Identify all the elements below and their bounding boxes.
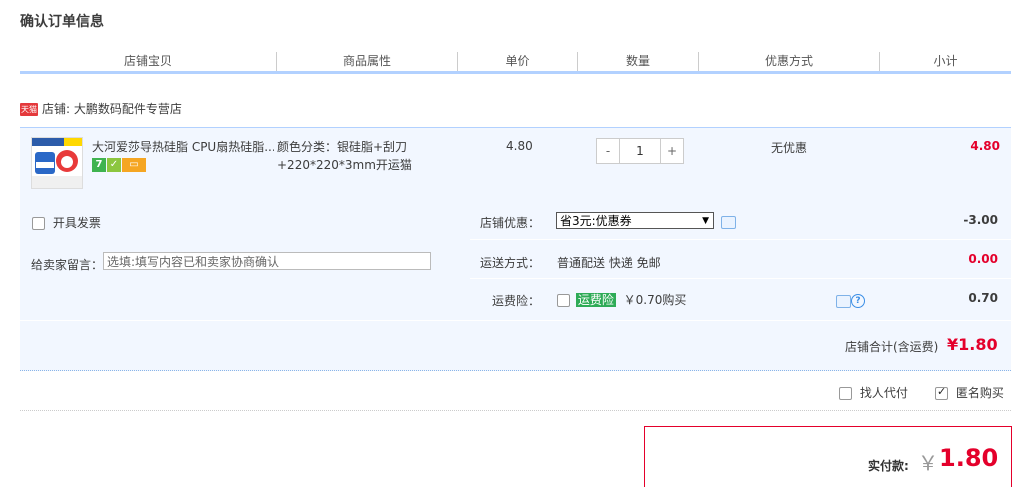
shop-row: 天猫 店铺: 大鹏数码配件专营店 <box>20 100 182 118</box>
coupon-selected-value: 省3元:优惠券 <box>560 214 632 228</box>
shipping-amount: 0.00 <box>968 252 998 266</box>
product-properties: 颜色分类：银硅脂+刮刀+220*220*3mm开运猫 <box>277 140 412 172</box>
pay-currency: ￥ <box>918 451 938 475</box>
coupon-amount: -3.00 <box>963 213 998 227</box>
insurance-checkbox[interactable] <box>557 294 570 307</box>
product-name-link[interactable]: 大河爱莎导热硅脂 CPU扇热硅脂... <box>92 138 274 156</box>
quantity-input[interactable]: 1 <box>620 139 660 163</box>
insurance-tag[interactable]: 运费险 <box>575 293 616 307</box>
dropdown-arrow-icon: ▼ <box>702 216 709 226</box>
proxy-pay-option: 找人代付 <box>839 384 908 401</box>
chat-bubble-icon[interactable] <box>721 216 736 229</box>
proxy-pay-label: 找人代付 <box>859 386 908 400</box>
page-title: 确认订单信息 <box>20 14 104 30</box>
column-header-subtotal: 小计 <box>933 54 958 68</box>
help-question-icon[interactable]: ? <box>851 294 865 308</box>
credit-card-icon[interactable]: ▭ <box>122 158 146 172</box>
chat-bubble-icon[interactable] <box>836 295 851 308</box>
memo-input[interactable]: 选填:填写内容已和卖家协商确认 <box>103 252 431 270</box>
pay-label: 实付款: <box>868 459 909 473</box>
tmall-icon: 天猫 <box>20 103 38 116</box>
quantity-increase-button[interactable]: + <box>660 139 683 163</box>
item-subtotal: 4.80 <box>970 139 1000 153</box>
shop-total-label: 店铺合计(含运费) <box>845 340 939 354</box>
shop-name-link[interactable]: 店铺: 大鹏数码配件专营店 <box>42 102 182 116</box>
anonymous-label: 匿名购买 <box>955 386 1004 400</box>
proxy-pay-checkbox[interactable] <box>839 387 852 400</box>
7day-return-icon[interactable]: 7 <box>92 158 106 172</box>
column-header-unit-price: 单价 <box>505 54 530 68</box>
invoice-checkbox[interactable] <box>32 217 45 230</box>
insurance-amount: 0.70 <box>968 291 998 305</box>
shipping-method: 普通配送 快递 免邮 <box>557 256 661 270</box>
quantity-decrease-button[interactable]: - <box>597 139 620 163</box>
insurance-label: 运费险： <box>491 294 540 308</box>
unit-price: 4.80 <box>506 139 533 153</box>
discount-method: 无优惠 <box>771 141 808 155</box>
insurance-option: 运费险 ￥0.70购买 <box>557 291 686 308</box>
column-header-discount: 优惠方式 <box>764 54 813 68</box>
coupon-label: 店铺优惠： <box>479 216 540 230</box>
column-header-shop-item: 店铺宝贝 <box>123 54 172 68</box>
pay-amount: 1.80 <box>939 444 999 472</box>
memo-label: 给卖家留言： <box>31 258 104 272</box>
seller-guarantee-icon[interactable]: ✓ <box>107 158 121 172</box>
anonymous-option: ✓ 匿名购买 <box>935 384 1004 401</box>
service-icons: 7 ✓ ▭ <box>92 158 147 172</box>
invoice-option: 开具发票 <box>32 214 101 231</box>
shipping-label: 运送方式： <box>479 256 540 270</box>
column-header-properties: 商品属性 <box>342 54 391 68</box>
shop-total-value: ¥1.80 <box>947 335 998 354</box>
header-underline <box>20 71 1011 74</box>
coupon-select[interactable]: 省3元:优惠券 ▼ <box>556 212 714 229</box>
divider <box>20 410 1011 411</box>
product-thumbnail[interactable] <box>31 137 83 189</box>
invoice-label: 开具发票 <box>52 216 101 230</box>
anonymous-checkbox[interactable]: ✓ <box>935 385 948 400</box>
quantity-stepper: - 1 + <box>596 138 684 164</box>
insurance-price: ￥0.70购买 <box>623 293 687 307</box>
column-header-quantity: 数量 <box>625 54 650 68</box>
